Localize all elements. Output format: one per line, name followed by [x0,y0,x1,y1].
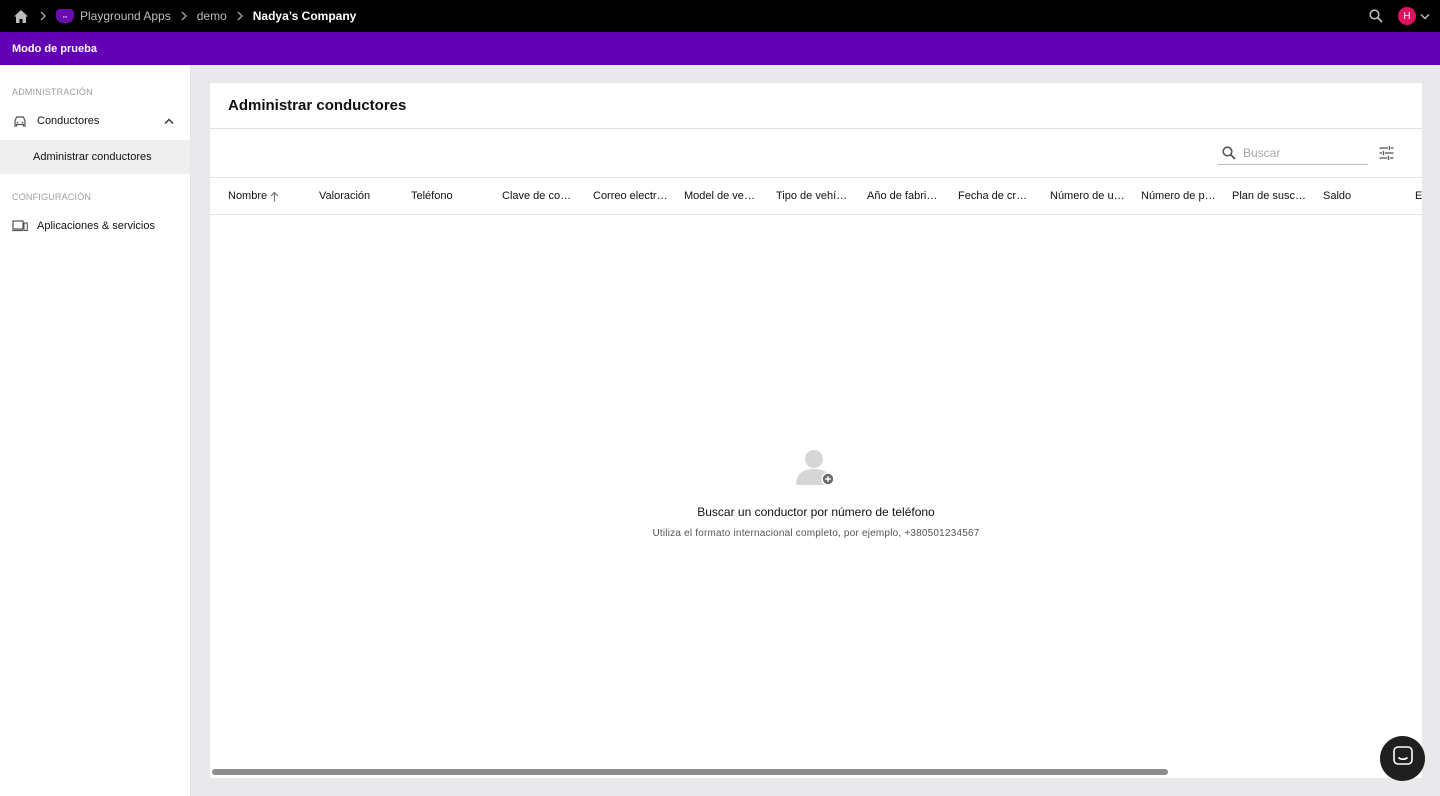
top-bar: ●● Playground Apps demo Nadya’s Company … [0,0,1440,32]
empty-state-title: Buscar un conductor por número de teléfo… [697,505,935,519]
column-header-plate-number[interactable]: Número de placa [1141,178,1216,214]
car-icon [12,113,28,129]
test-mode-banner: Modo de prueba [0,32,1440,65]
main-card: Administrar conductores Nombre Valoració… [210,83,1422,778]
topbar-actions: H [1366,0,1440,32]
column-header-rating[interactable]: Valoración [319,178,403,214]
sidebar-item-apps-services[interactable]: Aplicaciones & servicios [0,211,190,241]
chevron-up-icon[interactable] [162,114,176,128]
chevron-right-icon [227,0,253,32]
page-title: Administrar conductores [228,97,407,114]
breadcrumb-company[interactable]: Nadya’s Company [253,9,357,23]
chat-launcher-button[interactable] [1380,736,1425,781]
scrollbar-thumb[interactable] [212,769,1168,775]
chevron-right-icon [30,0,56,32]
breadcrumb: ●● Playground Apps demo Nadya’s Company [0,0,356,32]
search-icon[interactable] [1366,6,1386,26]
column-header-unit-number[interactable]: Número de unidad [1050,178,1125,214]
breadcrumb-project[interactable]: demo [197,9,227,23]
column-header-status[interactable]: Estado [1415,178,1422,214]
horizontal-scrollbar[interactable] [210,767,1422,777]
empty-state-subtitle: Utiliza el formato internacional complet… [652,528,980,539]
breadcrumb-app[interactable]: Playground Apps [80,9,171,23]
search-field[interactable] [1218,142,1368,165]
chat-icon [1392,745,1414,772]
search-icon [1220,144,1238,162]
table-header: Nombre Valoración Teléfono Clave de cond… [210,177,1422,215]
column-header-driver-key[interactable]: Clave de conductor [502,178,577,214]
home-icon[interactable] [12,7,30,25]
devices-icon [12,218,28,234]
app-logo-icon: ●● [56,9,74,23]
add-user-icon [794,445,836,487]
test-mode-label: Modo de prueba [12,42,97,55]
column-header-name[interactable]: Nombre [228,178,314,214]
section-title-admin: ADMINISTRACIÓN [12,87,93,97]
chevron-down-icon[interactable] [1416,7,1434,25]
search-input[interactable] [1243,146,1363,160]
avatar[interactable]: H [1398,7,1416,25]
sidebar-item-label: Conductores [37,115,100,127]
filter-settings-icon[interactable] [1376,143,1396,163]
sort-ascending-icon [269,190,279,202]
column-header-year[interactable]: Año de fabricación [867,178,942,214]
sidebar-item-label: Aplicaciones & servicios [37,220,155,232]
sidebar: ADMINISTRACIÓN Conductores Administrar c… [0,65,191,796]
sidebar-item-manage-drivers[interactable]: Administrar conductores [0,140,190,174]
column-header-vehicle-model[interactable]: Model de vehículo [684,178,759,214]
card-header: Administrar conductores [210,83,1422,129]
column-header-phone[interactable]: Teléfono [411,178,495,214]
sidebar-item-drivers[interactable]: Conductores [0,106,190,136]
column-header-created-date[interactable]: Fecha de creación [958,178,1033,214]
column-header-subscription-plan[interactable]: Plan de suscripción [1232,178,1307,214]
column-header-balance[interactable]: Saldo [1323,178,1398,214]
column-header-vehicle-type[interactable]: Tipo de vehículo [776,178,851,214]
column-header-email[interactable]: Correo electrónico [593,178,668,214]
section-title-config: CONFIGURACIÓN [12,192,92,202]
chevron-right-icon [171,0,197,32]
